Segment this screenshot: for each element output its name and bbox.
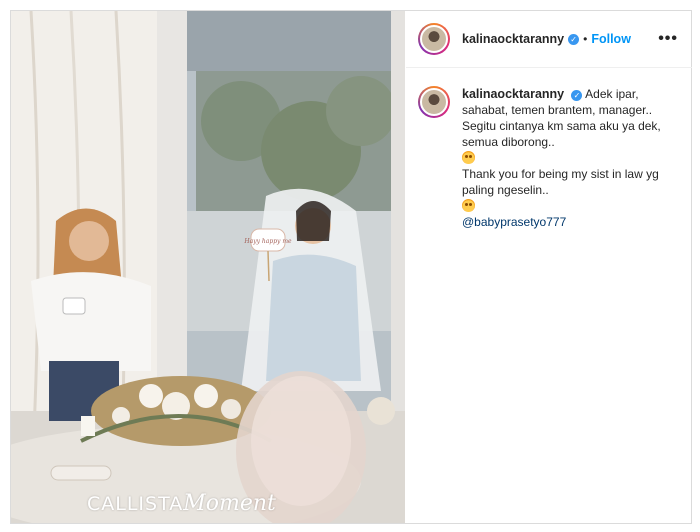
sign-text: Hayy happy me [243, 238, 292, 245]
caption-avatar[interactable] [418, 86, 450, 118]
caption-line-5: Thank you for being my sist in law yg [462, 167, 659, 181]
caption-line-1: Adek ipar, [585, 87, 639, 101]
separator-dot: • [583, 32, 588, 46]
smiling-face-with-heart-eyes-icon [462, 151, 475, 164]
verified-badge-icon: ✓ [571, 90, 583, 101]
follow-button[interactable]: Follow [591, 32, 631, 46]
caption-line-2: sahabat, temen brantem, manager.. [462, 103, 653, 117]
watermark: CALLISTAMoment [87, 491, 276, 516]
avatar[interactable] [418, 23, 450, 55]
post-header: kalinaocktaranny ✓ • Follow ••• [406, 11, 692, 68]
caption-line-6: paling ngeselin.. [462, 183, 549, 197]
mention-link[interactable]: @babyprasetyo777 [462, 214, 677, 230]
photo-illustration: Hayy happy me [11, 11, 405, 523]
header-username[interactable]: kalinaocktaranny [462, 32, 564, 46]
instagram-post: Hayy happy me CALLISTAMoment kalinaockta… [10, 10, 692, 524]
caption-line-4: semua diborong.. [462, 135, 555, 149]
more-options-icon[interactable]: ••• [658, 30, 678, 48]
caption-body: kalinaocktaranny ✓ Adek ipar, sahabat, t… [462, 86, 677, 230]
caption: kalinaocktaranny ✓ Adek ipar, sahabat, t… [406, 68, 692, 230]
post-sidebar: kalinaocktaranny ✓ • Follow ••• kalinaoc… [406, 11, 692, 523]
watermark-script: Moment [183, 491, 276, 516]
post-photo[interactable]: Hayy happy me CALLISTAMoment [11, 11, 405, 523]
caption-username[interactable]: kalinaocktaranny [462, 87, 564, 101]
watermark-brand: CALLISTA [87, 493, 184, 515]
smiling-face-with-heart-eyes-icon [462, 199, 475, 212]
caption-line-3: Segitu cintanya km sama aku ya dek, [462, 119, 661, 133]
verified-badge-icon: ✓ [568, 33, 580, 45]
